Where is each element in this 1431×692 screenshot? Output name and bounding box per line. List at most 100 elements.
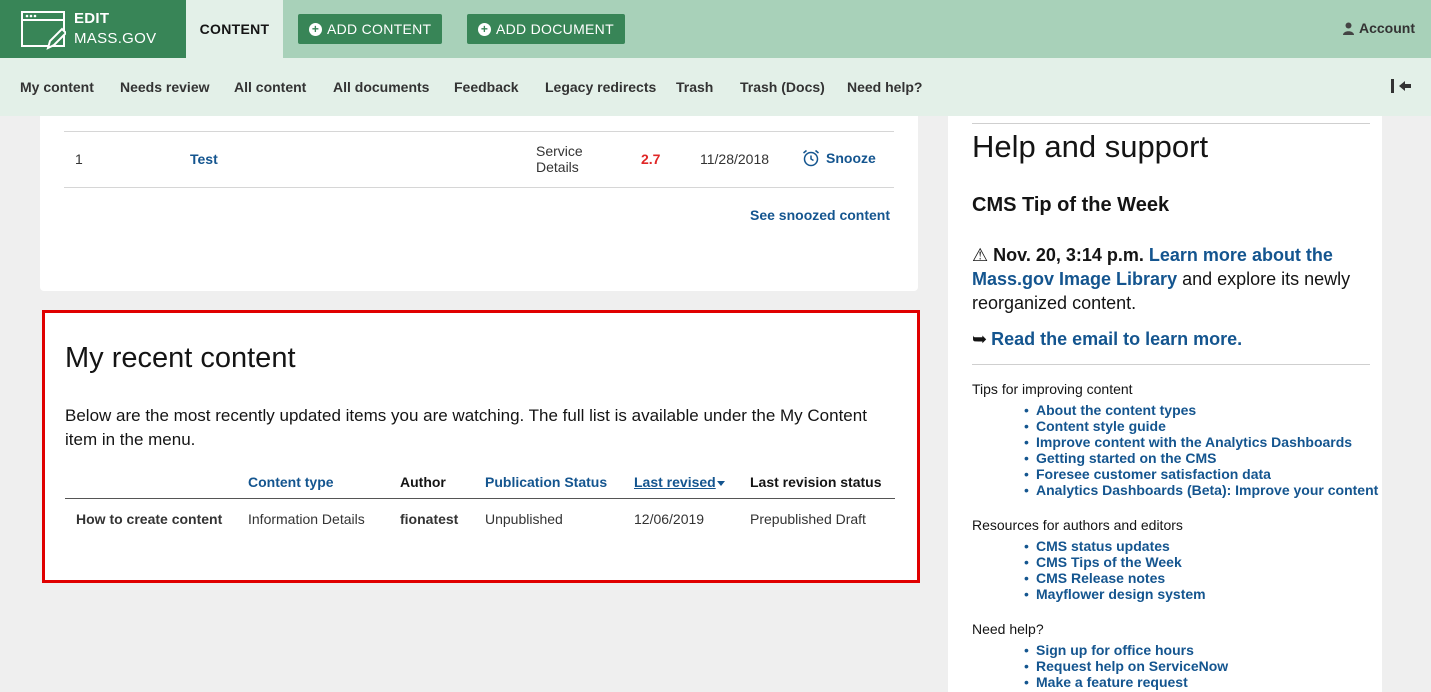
read-email-link[interactable]: Read the email to learn more. [991, 329, 1242, 349]
recent-content-last-revised: 12/06/2019 [634, 511, 705, 527]
content-type: Service Details [536, 143, 583, 175]
see-snoozed-link[interactable]: See snoozed content [750, 207, 890, 223]
browser-edit-icon [21, 11, 66, 50]
list-item[interactable]: Content style guide [1024, 418, 1378, 434]
nav-need-help[interactable]: Need help? [847, 79, 922, 95]
resources-links: CMS status updates CMS Tips of the Week … [1024, 538, 1206, 602]
help-link[interactable]: CMS Tips of the Week [1036, 554, 1182, 570]
help-link[interactable]: Improve content with the Analytics Dashb… [1036, 434, 1352, 450]
column-last-revision-status: Last revision status [750, 474, 882, 490]
help-link[interactable]: CMS Release notes [1036, 570, 1165, 586]
section-label-need-help: Need help? [972, 621, 1044, 637]
help-link[interactable]: Foresee customer satisfaction data [1036, 466, 1271, 482]
list-item[interactable]: Foresee customer satisfaction data [1024, 466, 1378, 482]
arrow-right-icon: ➥ [972, 329, 988, 349]
help-link[interactable]: Sign up for office hours [1036, 642, 1194, 658]
nav-all-documents[interactable]: All documents [333, 79, 429, 95]
recent-content-title: My recent content [65, 342, 296, 374]
needs-review-card: 1 Test Service Details 2.7 11/28/2018 Sn… [40, 116, 918, 291]
nav-all-content[interactable]: All content [234, 79, 306, 95]
tip-heading: CMS Tip of the Week [972, 194, 1170, 216]
help-title: Help and support [972, 129, 1209, 164]
nav-legacy-redirects[interactable]: Legacy redirects [545, 79, 656, 95]
add-content-button[interactable]: + ADD CONTENT [298, 14, 443, 44]
list-item[interactable]: Sign up for office hours [1024, 642, 1228, 658]
nav-my-content[interactable]: My content [20, 79, 94, 95]
nav-trash[interactable]: Trash [676, 79, 713, 95]
nav-trash-docs[interactable]: Trash (Docs) [740, 79, 825, 95]
add-document-label: ADD DOCUMENT [496, 21, 614, 37]
brand-line2: MASS.GOV [74, 30, 157, 47]
need-help-links: Sign up for office hours Request help on… [1024, 642, 1228, 690]
recent-content-card: My recent content Below are the most rec… [42, 310, 920, 583]
brand-logo-link[interactable]: EDIT MASS.GOV [0, 0, 186, 58]
read-email: ➥ Read the email to learn more. [972, 329, 1242, 350]
help-link[interactable]: About the content types [1036, 402, 1196, 418]
add-document-button[interactable]: + ADD DOCUMENT [467, 14, 625, 44]
snooze-button[interactable]: Snooze [802, 149, 876, 167]
recent-content-author-link[interactable]: fionatest [400, 511, 458, 527]
recent-content-description: Below are the most recently updated item… [65, 406, 867, 449]
tab-content[interactable]: CONTENT [186, 0, 283, 58]
divider [972, 364, 1370, 365]
recent-content-revision-status: Prepublished Draft [750, 511, 866, 527]
sort-desc-icon [717, 481, 725, 486]
section-label-resources: Resources for authors and editors [972, 517, 1183, 533]
plus-icon: + [309, 22, 322, 36]
list-item[interactable]: CMS status updates [1024, 538, 1206, 554]
top-toolbar: EDIT MASS.GOV CONTENT + ADD CONTENT + AD… [0, 0, 1431, 58]
list-item[interactable]: CMS Release notes [1024, 570, 1206, 586]
account-label: Account [1359, 20, 1415, 36]
list-item[interactable]: About the content types [1024, 402, 1378, 418]
nav-needs-review[interactable]: Needs review [120, 79, 210, 95]
help-link[interactable]: Getting started on the CMS [1036, 450, 1216, 466]
help-link[interactable]: Request help on ServiceNow [1036, 658, 1228, 674]
tips-links: About the content types Content style gu… [1024, 402, 1378, 498]
help-link[interactable]: Content style guide [1036, 418, 1166, 434]
help-link[interactable]: Make a feature request [1036, 674, 1188, 690]
recent-content-publication-status: Unpublished [485, 511, 563, 527]
recent-content-type: Information Details [248, 511, 365, 527]
nav-feedback[interactable]: Feedback [454, 79, 519, 95]
column-content-type[interactable]: Content type [248, 474, 334, 490]
list-item[interactable]: Analytics Dashboards (Beta): Improve you… [1024, 482, 1378, 498]
help-link[interactable]: Mayflower design system [1036, 586, 1206, 602]
score: 2.7 [641, 151, 661, 167]
header-divider [65, 498, 895, 499]
list-item[interactable]: Getting started on the CMS [1024, 450, 1378, 466]
content-title-link[interactable]: Test [190, 151, 218, 167]
account-menu[interactable]: Account [1343, 20, 1415, 36]
recent-content-title-link[interactable]: How to create content [76, 511, 222, 527]
plus-icon: + [478, 22, 491, 36]
brand-text: EDIT MASS.GOV [74, 9, 156, 49]
tip-date: Nov. 20, 3:14 p.m. [993, 245, 1144, 265]
divider [972, 123, 1370, 124]
content-type-line2: Details [536, 159, 579, 175]
column-last-revised[interactable]: Last revised [634, 474, 716, 490]
list-item[interactable]: Improve content with the Analytics Dashb… [1024, 434, 1378, 450]
list-item[interactable]: Request help on ServiceNow [1024, 658, 1228, 674]
column-author: Author [400, 474, 446, 490]
help-support-panel: Help and support CMS Tip of the Week ⚠ N… [948, 116, 1382, 692]
collapse-sidebar-icon[interactable] [1389, 78, 1413, 94]
warning-icon: ⚠ [972, 245, 989, 265]
help-link[interactable]: Analytics Dashboards (Beta): Improve you… [1036, 482, 1378, 498]
row-number: 1 [75, 151, 83, 167]
brand-line1: EDIT [74, 10, 110, 27]
divider [64, 131, 894, 132]
list-item[interactable]: CMS Tips of the Week [1024, 554, 1206, 570]
date: 11/28/2018 [700, 151, 770, 167]
list-item[interactable]: Make a feature request [1024, 674, 1228, 690]
add-content-label: ADD CONTENT [327, 21, 432, 37]
section-label-tips: Tips for improving content [972, 381, 1133, 397]
secondary-nav: My content Needs review All content All … [0, 58, 1431, 116]
help-link[interactable]: CMS status updates [1036, 538, 1170, 554]
tip-text: ⚠ Nov. 20, 3:14 p.m. Learn more about th… [972, 243, 1370, 315]
alarm-clock-icon [803, 149, 819, 167]
user-icon [1343, 22, 1354, 35]
list-item[interactable]: Mayflower design system [1024, 586, 1206, 602]
snooze-label: Snooze [826, 150, 876, 166]
column-publication-status[interactable]: Publication Status [485, 474, 607, 490]
divider [64, 187, 894, 188]
content-type-line1: Service [536, 143, 583, 159]
